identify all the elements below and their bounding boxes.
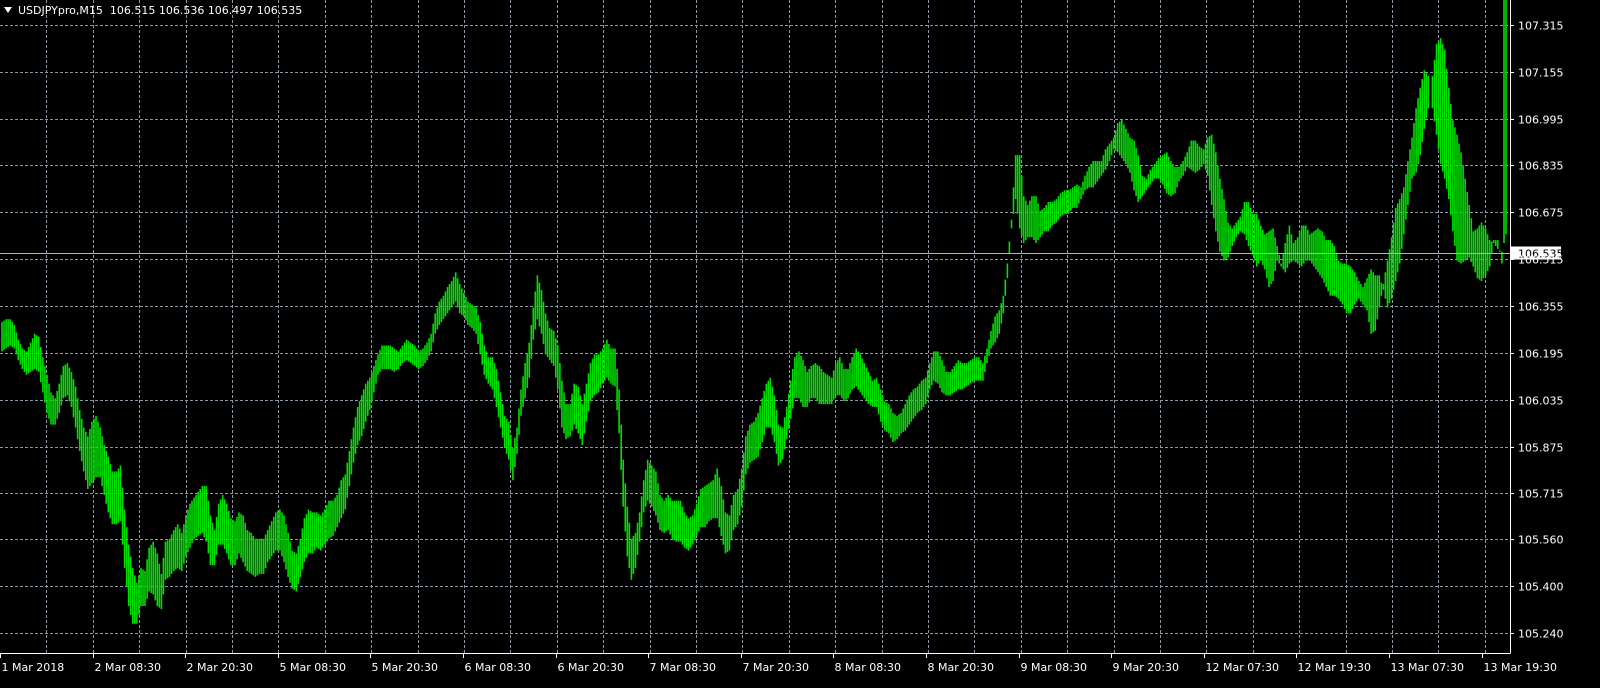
x-tick-label: 2 Mar 20:30 <box>187 661 253 674</box>
x-tick-label: 2 Mar 08:30 <box>95 661 161 674</box>
x-tick-label: 5 Mar 08:30 <box>280 661 346 674</box>
x-tick-label: 5 Mar 20:30 <box>372 661 438 674</box>
grid-layer <box>0 0 1510 653</box>
collapse-triangle-icon[interactable] <box>4 7 12 13</box>
y-tick-label: 107.155 <box>1518 67 1564 80</box>
chart-window[interactable]: 106.535 107.315 107.155 106.995 106.835 106.… <box>0 0 1600 688</box>
x-tick-label: 8 Mar 08:30 <box>835 661 901 674</box>
x-tick-label: 12 Mar 19:30 <box>1298 661 1371 674</box>
y-tick-label: 105.715 <box>1518 488 1564 501</box>
x-tick-label: 6 Mar 20:30 <box>558 661 624 674</box>
y-tick-label: 105.875 <box>1518 442 1564 455</box>
y-tick-label: 105.400 <box>1518 581 1564 594</box>
y-tick-label: 106.675 <box>1518 207 1564 220</box>
x-tick-label: 13 Mar 19:30 <box>1484 661 1557 674</box>
x-tick-label: 1 Mar 2018 <box>2 661 65 674</box>
price-chart[interactable]: 106.535 107.315107.155106.995106.835106.… <box>0 0 1600 688</box>
y-tick-label: 106.355 <box>1518 301 1564 314</box>
y-tick-label: 106.515 <box>1518 254 1564 267</box>
ohlc-readout: 106.515 106.536 106.497 106.535 <box>109 3 303 17</box>
y-tick-label: 106.035 <box>1518 395 1564 408</box>
x-tick-label: 7 Mar 08:30 <box>650 661 716 674</box>
symbol-label: USDJPYpro,M15 <box>18 3 103 17</box>
axis-layer: 107.315 107.155 106.995 106.835 106.675 106.5… <box>0 0 1564 674</box>
x-tick-label: 13 Mar 07:30 <box>1391 661 1464 674</box>
x-tick-label: 8 Mar 20:30 <box>928 661 994 674</box>
y-tick-label: 105.240 <box>1518 628 1564 641</box>
x-tick-label: 6 Mar 08:30 <box>465 661 531 674</box>
y-tick-label: 106.995 <box>1518 114 1564 127</box>
x-tick-label: 9 Mar 08:30 <box>1021 661 1087 674</box>
x-tick-label: 7 Mar 20:30 <box>743 661 809 674</box>
candle-layer <box>1 0 1507 624</box>
y-tick-label: 107.315 <box>1518 20 1564 33</box>
x-tick-label: 9 Mar 20:30 <box>1113 661 1179 674</box>
chart-header: USDJPYpro,M15 106.515 106.536 106.497 10… <box>4 3 302 17</box>
y-tick-label: 106.195 <box>1518 348 1564 361</box>
y-tick-label: 106.835 <box>1518 160 1564 173</box>
y-tick-label: 105.560 <box>1518 534 1564 547</box>
x-tick-label: 12 Mar 07:30 <box>1206 661 1279 674</box>
